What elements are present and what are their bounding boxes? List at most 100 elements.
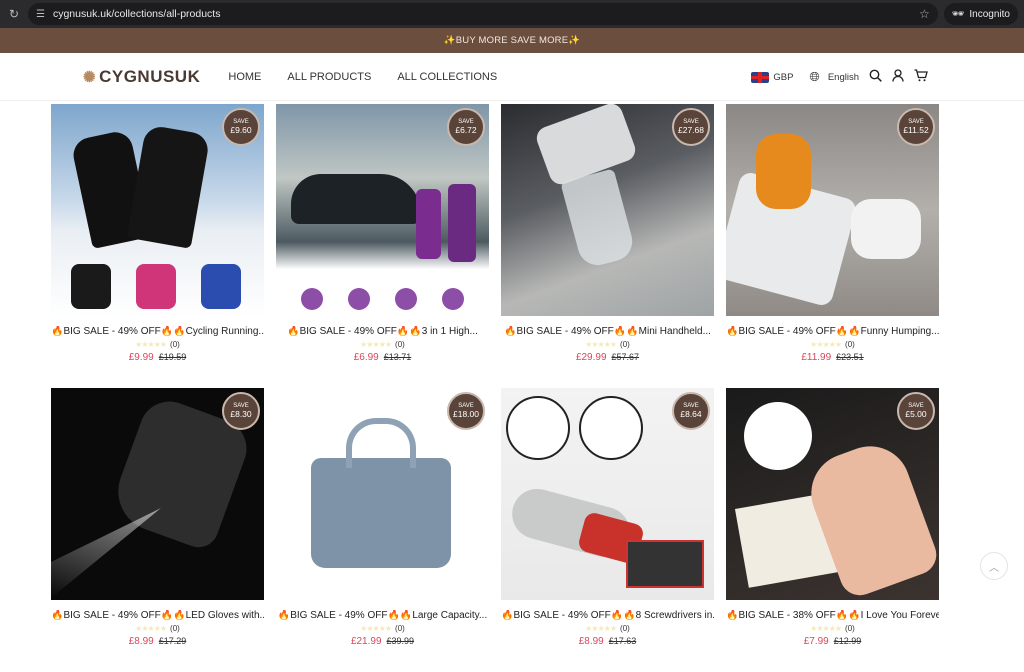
sale-price: £8.99 — [128, 636, 154, 647]
product-card[interactable]: SAVE £18.00 🔥BIG SALE - 49% OFF🔥🔥Large Ca… — [276, 388, 489, 672]
account-icon[interactable] — [892, 69, 904, 85]
rating-count: (0) — [170, 340, 180, 349]
rating-count: (0) — [620, 340, 630, 349]
product-image[interactable]: SAVE £27.68 — [501, 104, 714, 316]
globe-icon: 🌐︎ — [809, 69, 820, 84]
product-title[interactable]: 🔥BIG SALE - 49% OFF🔥🔥LED Gloves with... — [51, 610, 264, 621]
rating-count: (0) — [845, 624, 855, 633]
browser-toolbar: ↻ ☰ cygnusuk.uk/collections/all-products… — [0, 0, 1024, 28]
rating-stars: ★★★★★ — [360, 624, 392, 633]
address-bar[interactable]: ☰ cygnusuk.uk/collections/all-products ☆ — [28, 3, 938, 25]
star-icon[interactable]: ☆ — [919, 7, 930, 21]
save-badge: SAVE £11.52 — [897, 108, 935, 146]
rating-stars: ★★★★★ — [810, 624, 842, 633]
nav-home[interactable]: HOME — [228, 71, 261, 83]
incognito-icon: 🕶 — [951, 8, 965, 20]
product-rating: ★★★★★ (0) — [501, 340, 714, 349]
url-text[interactable]: cygnusuk.uk/collections/all-products — [53, 8, 911, 20]
language-label: English — [827, 71, 859, 83]
product-title[interactable]: 🔥BIG SALE - 49% OFF🔥🔥Cycling Running... — [51, 326, 264, 337]
product-rating: ★★★★★ (0) — [51, 624, 264, 633]
nav-all-products[interactable]: ALL PRODUCTS — [287, 71, 371, 83]
rating-stars: ★★★★★ — [585, 624, 617, 633]
header-actions: GBP 🌐︎ English — [751, 53, 928, 101]
product-grid: SAVE £9.60 🔥BIG SALE - 49% OFF🔥🔥Cycling R… — [51, 104, 939, 672]
product-card[interactable]: SAVE £11.52 🔥BIG SALE - 49% OFF🔥🔥Funny Hu… — [726, 104, 939, 388]
product-image[interactable]: SAVE £5.00 — [726, 388, 939, 600]
rating-count: (0) — [395, 340, 405, 349]
currency-label: GBP — [773, 71, 794, 83]
sale-price: £21.99 — [350, 636, 382, 647]
compare-price: £13.71 — [383, 352, 412, 362]
compare-price: £17.63 — [608, 636, 637, 646]
incognito-label: Incognito — [969, 8, 1010, 20]
rating-stars: ★★★★★ — [135, 624, 167, 633]
site-header: ✺ CYGNUSUK HOME ALL PRODUCTS ALL COLLECT… — [0, 53, 1024, 101]
announcement-bar: ✨BUY MORE SAVE MORE✨ — [0, 28, 1024, 53]
product-title[interactable]: 🔥BIG SALE - 49% OFF🔥🔥Funny Humping... — [726, 326, 939, 337]
sale-price: £9.99 — [128, 352, 154, 363]
save-badge: SAVE £5.00 — [897, 392, 935, 430]
compare-price: £19.59 — [158, 352, 187, 362]
logo[interactable]: ✺ CYGNUSUK — [83, 67, 200, 87]
product-card[interactable]: SAVE £5.00 🔥BIG SALE - 38% OFF🔥🔥I Love Yo… — [726, 388, 939, 672]
reload-icon[interactable]: ↻ — [6, 7, 22, 21]
product-rating: ★★★★★ (0) — [276, 340, 489, 349]
tune-icon[interactable]: ☰ — [36, 9, 45, 20]
product-card[interactable]: SAVE £6.72 🔥BIG SALE - 49% OFF🔥🔥3 in 1 Hi… — [276, 104, 489, 388]
product-rating: ★★★★★ (0) — [51, 340, 264, 349]
product-rating: ★★★★★ (0) — [276, 624, 489, 633]
rating-stars: ★★★★★ — [810, 340, 842, 349]
product-image[interactable]: SAVE £11.52 — [726, 104, 939, 316]
feature-icons — [276, 288, 489, 310]
save-badge: SAVE £6.72 — [447, 108, 485, 146]
compare-price: £12.99 — [833, 636, 862, 646]
rating-count: (0) — [620, 624, 630, 633]
sale-price: £8.99 — [578, 636, 604, 647]
sale-price: £7.99 — [803, 636, 829, 647]
product-card[interactable]: SAVE £8.30 🔥BIG SALE - 49% OFF🔥🔥LED Glove… — [51, 388, 264, 672]
product-title[interactable]: 🔥BIG SALE - 49% OFF🔥🔥8 Screwdrivers in.. — [501, 610, 714, 621]
product-title[interactable]: 🔥BIG SALE - 49% OFF🔥🔥3 in 1 High... — [276, 326, 489, 337]
product-rating: ★★★★★ (0) — [726, 340, 939, 349]
save-badge: SAVE £27.68 — [672, 108, 710, 146]
sale-price: £29.99 — [575, 352, 607, 363]
rating-count: (0) — [845, 340, 855, 349]
logo-icon: ✺ — [83, 68, 97, 86]
product-card[interactable]: SAVE £27.68 🔥BIG SALE - 49% OFF🔥🔥Mini Han… — [501, 104, 714, 388]
product-image[interactable]: SAVE £8.64 — [501, 388, 714, 600]
save-badge: SAVE £8.64 — [672, 392, 710, 430]
currency-selector[interactable]: GBP — [751, 71, 794, 83]
product-card[interactable]: SAVE £9.60 🔥BIG SALE - 49% OFF🔥🔥Cycling R… — [51, 104, 264, 388]
sale-price: £11.99 — [801, 352, 832, 363]
product-rating: ★★★★★ (0) — [501, 624, 714, 633]
product-title[interactable]: 🔥BIG SALE - 49% OFF🔥🔥Large Capacity... — [276, 610, 489, 621]
product-title[interactable]: 🔥BIG SALE - 38% OFF🔥🔥I Love You Foreve..… — [726, 610, 939, 621]
compare-price: £23.51 — [836, 352, 864, 362]
save-badge: SAVE £8.30 — [222, 392, 260, 430]
compare-price: £17.29 — [158, 636, 187, 646]
main-nav: HOME ALL PRODUCTS ALL COLLECTIONS — [228, 71, 497, 83]
rating-stars: ★★★★★ — [360, 340, 392, 349]
product-image[interactable]: SAVE £6.72 — [276, 104, 489, 316]
incognito-indicator[interactable]: 🕶 Incognito — [943, 3, 1018, 25]
cart-icon[interactable] — [914, 69, 928, 85]
product-card[interactable]: SAVE £8.64 🔥BIG SALE - 49% OFF🔥🔥8 Screwdr… — [501, 388, 714, 672]
compare-price: £39.99 — [386, 636, 415, 646]
save-badge: SAVE £9.60 — [222, 108, 260, 146]
product-image[interactable]: SAVE £9.60 — [51, 104, 264, 316]
rating-count: (0) — [395, 624, 405, 633]
rating-stars: ★★★★★ — [585, 340, 617, 349]
scroll-to-top-button[interactable]: ︿ — [980, 552, 1008, 580]
nav-all-collections[interactable]: ALL COLLECTIONS — [397, 71, 497, 83]
search-icon[interactable] — [869, 69, 882, 85]
rating-count: (0) — [170, 624, 180, 633]
sale-price: £6.99 — [353, 352, 379, 363]
product-image[interactable]: SAVE £8.30 — [51, 388, 264, 600]
product-image[interactable]: SAVE £18.00 — [276, 388, 489, 600]
product-title[interactable]: 🔥BIG SALE - 49% OFF🔥🔥Mini Handheld... — [501, 326, 714, 337]
language-selector[interactable]: 🌐︎ English — [809, 69, 859, 85]
save-badge: SAVE £18.00 — [447, 392, 485, 430]
compare-price: £57.67 — [611, 352, 640, 362]
logo-text: CYGNUSUK — [99, 66, 201, 86]
